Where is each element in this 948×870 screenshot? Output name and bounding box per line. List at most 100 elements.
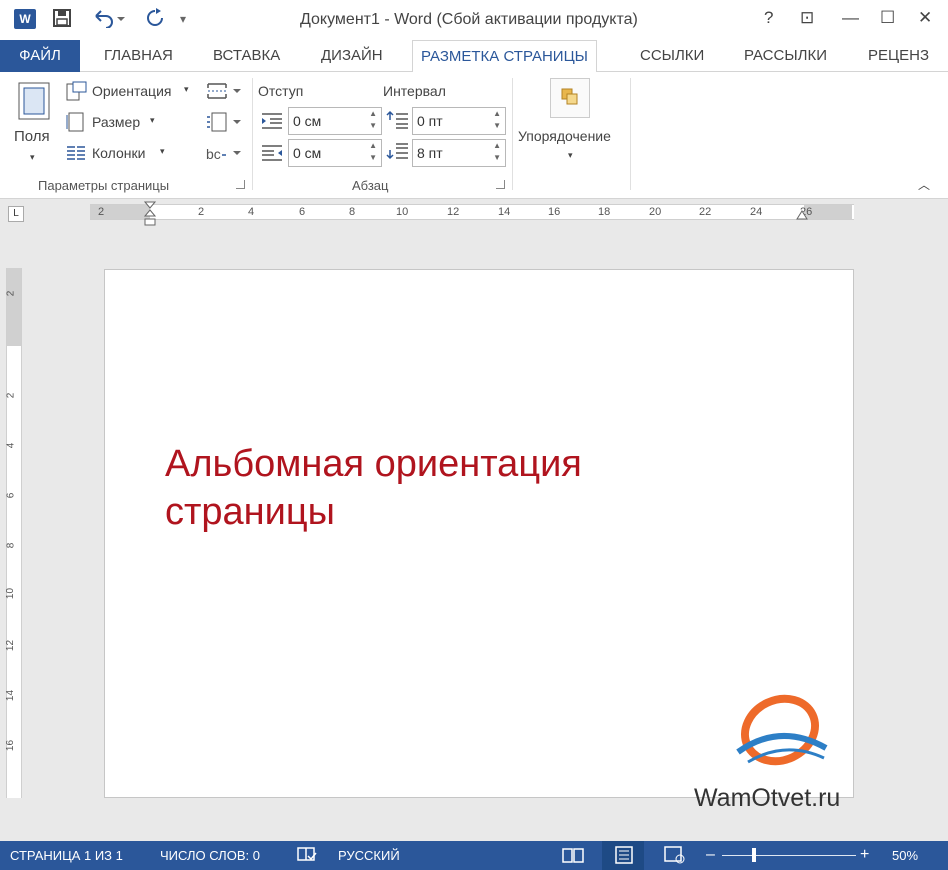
zoom-slider-track[interactable] bbox=[722, 855, 856, 856]
right-indent-marker-icon[interactable] bbox=[796, 209, 808, 227]
margins-dropdown-icon: ▾ bbox=[30, 152, 35, 162]
zoom-level[interactable]: 50% bbox=[892, 848, 918, 863]
heading-line: Альбомная ориентация bbox=[165, 443, 582, 485]
watermark-text: WamOtvet.ru bbox=[694, 784, 841, 812]
ruler-tick: 14 bbox=[498, 206, 511, 218]
orientation-button[interactable]: Ориентация ▾ bbox=[66, 80, 198, 104]
vertical-ruler[interactable]: 2 2 4 6 8 10 12 14 16 bbox=[5, 268, 22, 798]
size-button[interactable]: Размер ▾ bbox=[66, 111, 166, 135]
paragraph-group-label: Абзац bbox=[352, 178, 389, 193]
spacing-after-icon bbox=[386, 142, 410, 167]
ruler-tick: 2 bbox=[198, 206, 205, 218]
tab-file[interactable]: ФАЙЛ bbox=[0, 40, 80, 72]
line-numbers-icon[interactable] bbox=[206, 112, 242, 137]
ruler-tick: 8 bbox=[5, 542, 17, 549]
title-bar: W ▾ Документ1 - Word (Сбой активации про… bbox=[0, 0, 948, 40]
spacing-before-value: 0 пт bbox=[417, 113, 443, 129]
ruler-tick: 10 bbox=[396, 206, 409, 218]
tab-design[interactable]: ДИЗАЙН bbox=[321, 40, 383, 72]
spinner-arrows-icon[interactable]: ▲ ▼ bbox=[493, 108, 501, 132]
help-button[interactable]: ? bbox=[764, 8, 773, 28]
arrange-icon bbox=[550, 78, 590, 118]
zoom-in-button[interactable]: + bbox=[860, 846, 869, 864]
minimize-button[interactable]: — bbox=[842, 8, 859, 28]
indent-label: Отступ bbox=[258, 83, 304, 99]
page-setup-dialog-launcher-icon[interactable] bbox=[236, 180, 245, 189]
tab-selector-button[interactable]: L bbox=[8, 206, 24, 222]
word-logo-icon: W bbox=[14, 9, 36, 29]
ruler-tick: 4 bbox=[5, 442, 17, 449]
orientation-dropdown-icon: ▾ bbox=[184, 84, 189, 94]
proofing-icon[interactable] bbox=[296, 846, 318, 868]
tab-insert[interactable]: ВСТАВКА bbox=[213, 40, 280, 72]
language-status[interactable]: РУССКИЙ bbox=[338, 848, 400, 863]
paragraph-dialog-launcher-icon[interactable] bbox=[496, 180, 505, 189]
horizontal-ruler[interactable]: 2 2 4 6 8 10 12 14 16 18 20 22 24 26 bbox=[90, 201, 854, 226]
ribbon-display-options-button[interactable]: ⊡ bbox=[800, 8, 814, 28]
read-mode-icon[interactable] bbox=[562, 846, 584, 868]
columns-button[interactable]: Колонки ▾ bbox=[66, 142, 176, 166]
page-setup-group-label: Параметры страницы bbox=[38, 178, 170, 193]
first-line-indent-marker-icon[interactable] bbox=[143, 201, 157, 232]
spinner-arrows-icon[interactable]: ▲ ▼ bbox=[369, 108, 377, 132]
size-dropdown-icon: ▾ bbox=[150, 115, 155, 125]
ruler-tick: 6 bbox=[5, 492, 17, 499]
ruler-tick: 12 bbox=[447, 206, 460, 218]
group-separator bbox=[512, 78, 513, 190]
columns-icon bbox=[66, 145, 86, 166]
ruler-tick: 8 bbox=[349, 206, 356, 218]
redo-icon[interactable] bbox=[144, 8, 166, 33]
tab-references[interactable]: ССЫЛКИ bbox=[640, 40, 704, 72]
ruler-tick: 4 bbox=[248, 206, 255, 218]
indent-right-field[interactable]: 0 см ▲ ▼ bbox=[288, 139, 382, 167]
columns-label: Колонки bbox=[92, 145, 146, 161]
columns-dropdown-icon: ▾ bbox=[160, 146, 165, 156]
arrange-label: Упорядочение bbox=[518, 128, 611, 144]
spinner-arrows-icon[interactable]: ▲ ▼ bbox=[369, 140, 377, 164]
indent-left-icon bbox=[260, 112, 284, 135]
zoom-slider-thumb[interactable] bbox=[752, 848, 756, 862]
page-count-status[interactable]: СТРАНИЦА 1 ИЗ 1 bbox=[10, 848, 123, 863]
margins-icon bbox=[18, 82, 50, 125]
ruler-tick: 2 bbox=[5, 290, 17, 297]
ruler-tick: 18 bbox=[598, 206, 611, 218]
customize-toolbar-icon[interactable]: ▾ bbox=[180, 12, 186, 26]
ruler-tick: 16 bbox=[5, 739, 17, 752]
heading-line: страницы bbox=[165, 491, 335, 533]
spacing-before-field[interactable]: 0 пт ▲ ▼ bbox=[412, 107, 506, 135]
indent-left-field[interactable]: 0 см ▲ ▼ bbox=[288, 107, 382, 135]
save-icon[interactable] bbox=[52, 8, 72, 33]
spacing-after-field[interactable]: 8 пт ▲ ▼ bbox=[412, 139, 506, 167]
wamotvet-logo-icon bbox=[730, 692, 830, 777]
arrange-button[interactable]: Упорядочение ▾ bbox=[516, 78, 628, 174]
web-layout-icon[interactable] bbox=[664, 846, 686, 868]
tab-mailings[interactable]: РАССЫЛКИ bbox=[744, 40, 827, 72]
ruler-tick: 24 bbox=[750, 206, 763, 218]
status-bar: СТРАНИЦА 1 ИЗ 1 ЧИСЛО СЛОВ: 0 РУССКИЙ – … bbox=[0, 841, 948, 870]
orientation-label: Ориентация bbox=[92, 83, 172, 99]
maximize-button[interactable]: ☐ bbox=[880, 8, 895, 28]
ruler-tick: 10 bbox=[5, 587, 17, 600]
group-separator bbox=[630, 78, 631, 190]
hyphenation-icon[interactable]: bc bbox=[206, 144, 242, 169]
undo-icon[interactable] bbox=[92, 8, 126, 33]
breaks-icon[interactable] bbox=[206, 82, 242, 105]
tab-review[interactable]: РЕЦЕНЗ bbox=[868, 40, 929, 72]
tab-home[interactable]: ГЛАВНАЯ bbox=[104, 40, 173, 72]
tab-page-layout[interactable]: РАЗМЕТКА СТРАНИЦЫ bbox=[412, 40, 597, 73]
margins-button[interactable]: Поля ▾ bbox=[10, 80, 60, 170]
spinner-arrows-icon[interactable]: ▲ ▼ bbox=[493, 140, 501, 164]
arrange-dropdown-icon: ▾ bbox=[568, 150, 573, 160]
indent-right-value: 0 см bbox=[293, 145, 322, 161]
svg-text:bc: bc bbox=[206, 146, 221, 162]
indent-left-value: 0 см bbox=[293, 113, 322, 129]
print-layout-icon[interactable] bbox=[614, 846, 634, 868]
document-heading[interactable]: Альбомная ориентация страницы bbox=[165, 440, 582, 536]
ruler-margin-top bbox=[7, 268, 21, 346]
orientation-icon bbox=[66, 81, 88, 106]
collapse-ribbon-icon[interactable]: ︿ bbox=[918, 176, 930, 193]
word-count-status[interactable]: ЧИСЛО СЛОВ: 0 bbox=[160, 848, 260, 863]
ruler-tick: 14 bbox=[5, 689, 17, 702]
zoom-out-button[interactable]: – bbox=[706, 846, 715, 864]
close-button[interactable]: ✕ bbox=[918, 8, 932, 28]
